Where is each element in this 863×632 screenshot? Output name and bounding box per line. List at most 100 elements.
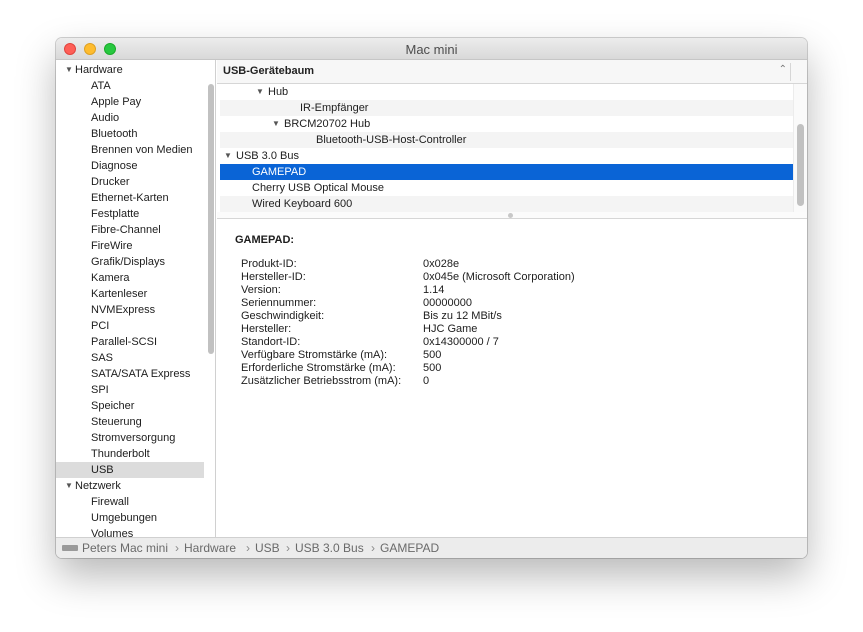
- split-view-divider[interactable]: [217, 212, 807, 219]
- sidebar-item-label: Brennen von Medien: [91, 144, 193, 156]
- tree-item-label: IR-Empfänger: [300, 102, 369, 114]
- detail-row: Seriennummer: 00000000: [241, 297, 761, 310]
- tree-row[interactable]: Wired Keyboard 600: [220, 196, 793, 212]
- sidebar-item[interactable]: USB: [56, 462, 204, 478]
- chevron-right-icon: ›: [175, 541, 179, 555]
- detail-title: GAMEPAD:: [235, 234, 295, 246]
- tree-row[interactable]: Bluetooth-USB-Host-Controller: [220, 132, 793, 148]
- sidebar-item[interactable]: Apple Pay: [56, 94, 204, 110]
- sidebar-item[interactable]: Firewall: [56, 494, 204, 510]
- tree-row[interactable]: Cherry USB Optical Mouse: [220, 180, 793, 196]
- disclosure-triangle-icon[interactable]: ▼: [256, 84, 264, 100]
- divider-handle-icon[interactable]: [508, 213, 513, 218]
- sidebar-group[interactable]: ▼ Hardware: [56, 62, 204, 78]
- detail-panel: GAMEPAD: Produkt-ID: 0x028e Hersteller-ID:…: [217, 220, 807, 537]
- sidebar-group[interactable]: ▼ Netzwerk: [56, 478, 204, 494]
- tree-row[interactable]: ▼ USB 3.0 Bus: [220, 148, 793, 164]
- sidebar-item[interactable]: Bluetooth: [56, 126, 204, 142]
- detail-value: Bis zu 12 MBit/s: [423, 310, 502, 322]
- tree-row[interactable]: IR-Empfänger: [220, 100, 793, 116]
- sidebar-item[interactable]: Audio: [56, 110, 204, 126]
- sidebar-item[interactable]: Ethernet-Karten: [56, 190, 204, 206]
- detail-value: 500: [423, 349, 442, 361]
- detail-key: Standort-ID:: [241, 336, 301, 348]
- detail-row: Zusätzlicher Betriebsstrom (mA): 0: [241, 375, 761, 388]
- detail-row: Hersteller-ID: 0x045e (Microsoft Corporat…: [241, 271, 761, 284]
- sidebar-item-label: NVMExpress: [91, 304, 156, 316]
- sidebar-item[interactable]: Grafik/Displays: [56, 254, 204, 270]
- sidebar-item[interactable]: Parallel-SCSI: [56, 334, 204, 350]
- sidebar-item[interactable]: PCI: [56, 318, 204, 334]
- content-pane: USB-Gerätebaum ⌃ ▼ Hub IR-Empfänger ▼ BRCM20…: [217, 60, 807, 537]
- disclosure-triangle-icon[interactable]: ▼: [224, 148, 232, 164]
- sidebar-item[interactable]: Stromversorgung: [56, 430, 204, 446]
- sidebar-item[interactable]: Kartenleser: [56, 286, 204, 302]
- disclosure-triangle-icon[interactable]: ▼: [65, 62, 73, 78]
- sidebar-item-label: Stromversorgung: [91, 432, 176, 444]
- tree-item-label: Wired Keyboard 600: [252, 198, 353, 210]
- usb-device-tree: ▼ Hub IR-Empfänger ▼ BRCM20702 Hub Bluetooth-…: [217, 84, 793, 212]
- sidebar-item-label: Apple Pay: [91, 96, 142, 108]
- detail-key: Zusätzlicher Betriebsstrom (mA):: [241, 375, 402, 387]
- sidebar-item-label: Grafik/Displays: [91, 256, 165, 268]
- sidebar-item-label: Volumes: [91, 528, 134, 537]
- sidebar-item[interactable]: ATA: [56, 78, 204, 94]
- sidebar-item[interactable]: Drucker: [56, 174, 204, 190]
- sidebar-item-label: Diagnose: [91, 160, 138, 172]
- breadcrumb-item[interactable]: USB: [255, 541, 280, 555]
- tree-header[interactable]: USB-Gerätebaum ⌃: [217, 60, 807, 84]
- sidebar-item-label: Ethernet-Karten: [91, 192, 169, 204]
- tree-row[interactable]: ▼ Hub: [220, 84, 793, 100]
- detail-key: Hersteller-ID:: [241, 271, 306, 283]
- detail-key: Seriennummer:: [241, 297, 317, 309]
- detail-value: 0: [423, 375, 430, 387]
- sidebar-item[interactable]: FireWire: [56, 238, 204, 254]
- sidebar-item[interactable]: Umgebungen: [56, 510, 204, 526]
- sidebar-item[interactable]: SAS: [56, 350, 204, 366]
- tree-header-label: USB-Gerätebaum: [223, 65, 315, 77]
- breadcrumb-item[interactable]: GAMEPAD: [380, 541, 439, 555]
- tree-scrollbar[interactable]: [797, 124, 804, 206]
- sidebar-item-label: Drucker: [91, 176, 130, 188]
- detail-row: Version: 1.14: [241, 284, 761, 297]
- detail-value: HJC Game: [423, 323, 478, 335]
- sidebar-item[interactable]: SATA/SATA Express: [56, 366, 204, 382]
- sidebar-item-label: FireWire: [91, 240, 133, 252]
- sidebar-item-label: Hardware: [75, 64, 123, 76]
- sidebar-item[interactable]: Volumes: [56, 526, 204, 537]
- sidebar-item[interactable]: Brennen von Medien: [56, 142, 204, 158]
- sidebar-item-label: Thunderbolt: [91, 448, 150, 460]
- sort-caret-icon[interactable]: ⌃: [779, 64, 787, 75]
- detail-row: Erforderliche Stromstärke (mA): 500: [241, 362, 761, 375]
- sidebar-item[interactable]: SPI: [56, 382, 204, 398]
- chevron-right-icon: ›: [286, 541, 290, 555]
- breadcrumb-item[interactable]: Hardware: [184, 541, 236, 555]
- sidebar-item-label: Audio: [91, 112, 120, 124]
- disclosure-triangle-icon[interactable]: ▼: [272, 116, 280, 132]
- detail-value: 1.14: [423, 284, 445, 296]
- detail-row: Standort-ID: 0x14300000 / 7: [241, 336, 761, 349]
- detail-row: Hersteller: HJC Game: [241, 323, 761, 336]
- sidebar-item[interactable]: NVMExpress: [56, 302, 204, 318]
- tree-row[interactable]: GAMEPAD: [220, 164, 793, 180]
- sidebar-item[interactable]: Fibre-Channel: [56, 222, 204, 238]
- detail-value: 0x028e: [423, 258, 460, 270]
- sidebar-item-label: SAS: [91, 352, 114, 364]
- sidebar-item[interactable]: Kamera: [56, 270, 204, 286]
- disclosure-triangle-icon[interactable]: ▼: [65, 478, 73, 494]
- sidebar-item-label: Fibre-Channel: [91, 224, 161, 236]
- sidebar-item-label: PCI: [91, 320, 110, 332]
- breadcrumb-item[interactable]: USB 3.0 Bus: [295, 541, 364, 555]
- sidebar-item[interactable]: Thunderbolt: [56, 446, 204, 462]
- sidebar-item-label: ATA: [91, 80, 111, 92]
- sidebar-scrollbar[interactable]: [208, 84, 214, 354]
- sidebar-item[interactable]: Speicher: [56, 398, 204, 414]
- breadcrumb-item[interactable]: Peters Mac mini: [82, 541, 168, 555]
- sidebar-item[interactable]: Steuerung: [56, 414, 204, 430]
- sidebar-item-label: SPI: [91, 384, 109, 396]
- detail-key: Version:: [241, 284, 281, 296]
- sidebar-item[interactable]: Festplatte: [56, 206, 204, 222]
- tree-row[interactable]: ▼ BRCM20702 Hub: [220, 116, 793, 132]
- sidebar-item[interactable]: Diagnose: [56, 158, 204, 174]
- sidebar-item-label: Firewall: [91, 496, 129, 508]
